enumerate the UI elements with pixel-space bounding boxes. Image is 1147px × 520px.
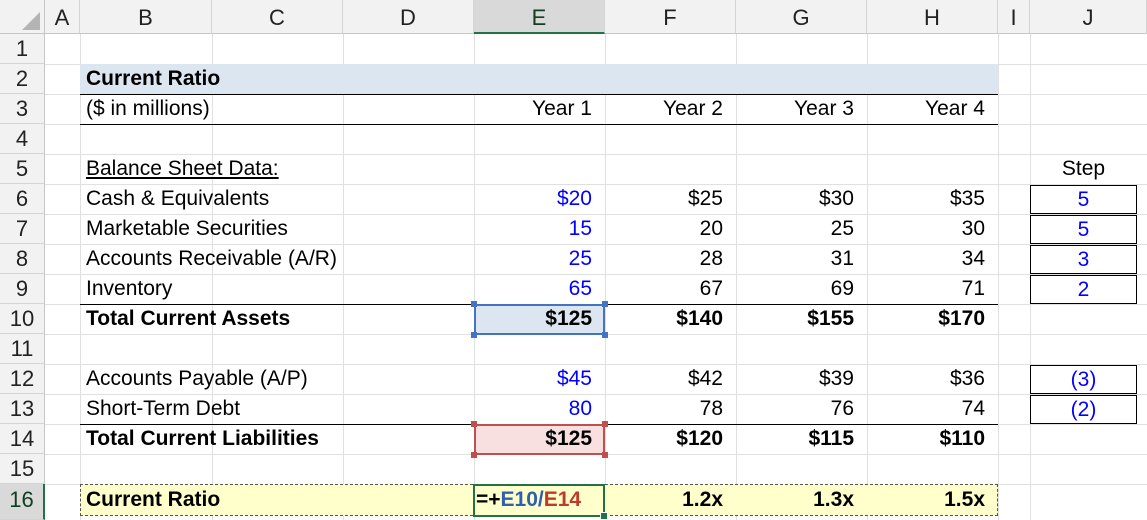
select-all-triangle-icon — [22, 12, 40, 30]
year-header-f[interactable]: Year 2 — [605, 94, 723, 124]
cell-f10[interactable]: $140 — [605, 304, 723, 334]
units-label[interactable]: ($ in millions) — [86, 94, 386, 124]
cell-g10[interactable]: $155 — [736, 304, 854, 334]
cell-g7[interactable]: 25 — [736, 214, 854, 244]
formula-ref-e14: E14 — [543, 488, 582, 511]
cell-f6[interactable]: $25 — [605, 184, 723, 214]
row-header-9[interactable]: 9 — [0, 274, 45, 304]
formula-prefix: =+ — [476, 488, 501, 511]
cell-h10[interactable]: $170 — [867, 304, 985, 334]
year-header-e[interactable]: Year 1 — [474, 94, 592, 124]
cell-e8[interactable]: 25 — [474, 244, 592, 274]
step-cell-j13[interactable]: (2) — [1030, 395, 1137, 424]
row-header-2[interactable]: 2 — [0, 64, 45, 94]
row-header-8[interactable]: 8 — [0, 244, 45, 274]
cell-h14[interactable]: $110 — [867, 424, 985, 454]
cell-h7[interactable]: 30 — [867, 214, 985, 244]
row-header-1[interactable]: 1 — [0, 34, 45, 64]
row-label-total-assets[interactable]: Total Current Assets — [86, 304, 466, 334]
column-header-b[interactable]: B — [80, 0, 212, 34]
step-cell-j12[interactable]: (3) — [1030, 365, 1137, 394]
column-header-a[interactable]: A — [45, 0, 80, 34]
gridline — [80, 34, 81, 520]
column-header-h[interactable]: H — [867, 0, 998, 34]
cell-f16[interactable]: 1.2x — [605, 485, 723, 515]
cell-h9[interactable]: 71 — [867, 274, 985, 304]
year-header-g[interactable]: Year 3 — [736, 94, 854, 124]
cell-e10[interactable]: $125 — [474, 304, 592, 334]
row-label-short-term-debt[interactable]: Short-Term Debt — [86, 394, 466, 424]
cell-h6[interactable]: $35 — [867, 184, 985, 214]
cell-f14[interactable]: $120 — [605, 424, 723, 454]
cell-f7[interactable]: 20 — [605, 214, 723, 244]
row-header-15[interactable]: 15 — [0, 454, 45, 484]
row-label-receivables[interactable]: Accounts Receivable (A/R) — [86, 244, 466, 274]
row-header-12[interactable]: 12 — [0, 364, 45, 394]
header-underline — [80, 124, 998, 125]
cell-h16[interactable]: 1.5x — [867, 485, 985, 515]
row-label-current-ratio[interactable]: Current Ratio — [86, 485, 466, 515]
row-label-securities[interactable]: Marketable Securities — [86, 214, 466, 244]
column-header-i[interactable]: I — [998, 0, 1030, 34]
cell-f12[interactable]: $42 — [605, 364, 723, 394]
cell-g8[interactable]: 31 — [736, 244, 854, 274]
cell-f8[interactable]: 28 — [605, 244, 723, 274]
cell-e6[interactable]: $20 — [474, 184, 592, 214]
column-header-d[interactable]: D — [343, 0, 474, 34]
formula-ref-e10: E10 — [500, 488, 538, 511]
section-label[interactable]: Balance Sheet Data: — [86, 154, 386, 184]
cell-g13[interactable]: 76 — [736, 394, 854, 424]
row-header-10[interactable]: 10 — [0, 304, 45, 334]
cell-e13[interactable]: 80 — [474, 394, 592, 424]
cell-h12[interactable]: $36 — [867, 364, 985, 394]
row-header-14[interactable]: 14 — [0, 424, 45, 454]
cell-f9[interactable]: 67 — [605, 274, 723, 304]
cell-e7[interactable]: 15 — [474, 214, 592, 244]
column-header-c[interactable]: C — [212, 0, 343, 34]
step-cell-j9[interactable]: 2 — [1030, 275, 1137, 304]
cell-f13[interactable]: 78 — [605, 394, 723, 424]
formula-cell-e16[interactable]: =+E10/E14 — [476, 485, 602, 515]
row-header-16[interactable]: 16 — [0, 484, 45, 520]
cell-e9[interactable]: 65 — [474, 274, 592, 304]
year-header-h[interactable]: Year 4 — [867, 94, 985, 124]
step-cell-j6[interactable]: 5 — [1030, 185, 1137, 214]
step-header[interactable]: Step — [1030, 154, 1137, 184]
cell-h8[interactable]: 34 — [867, 244, 985, 274]
cell-g6[interactable]: $30 — [736, 184, 854, 214]
row-header-3[interactable]: 3 — [0, 94, 45, 124]
sheet-title[interactable]: Current Ratio — [86, 64, 486, 94]
cell-e12[interactable]: $45 — [474, 364, 592, 394]
row-label-cash[interactable]: Cash & Equivalents — [86, 184, 466, 214]
gridline — [998, 34, 999, 520]
step-cell-j8[interactable]: 3 — [1030, 245, 1137, 274]
cell-e14[interactable]: $125 — [474, 424, 592, 454]
column-header-e[interactable]: E — [474, 0, 605, 34]
column-header-f[interactable]: F — [605, 0, 736, 34]
row-label-payables[interactable]: Accounts Payable (A/P) — [86, 364, 466, 394]
row-header-7[interactable]: 7 — [0, 214, 45, 244]
cell-h13[interactable]: 74 — [867, 394, 985, 424]
row-header-5[interactable]: 5 — [0, 154, 45, 184]
row-header-13[interactable]: 13 — [0, 394, 45, 424]
row-header-11[interactable]: 11 — [0, 334, 45, 364]
column-header-g[interactable]: G — [736, 0, 867, 34]
row-label-inventory[interactable]: Inventory — [86, 274, 466, 304]
row-label-total-liabilities[interactable]: Total Current Liabilities — [86, 424, 466, 454]
cell-g12[interactable]: $39 — [736, 364, 854, 394]
step-cell-j7[interactable]: 5 — [1030, 215, 1137, 244]
row-header-6[interactable]: 6 — [0, 184, 45, 214]
column-header-j[interactable]: J — [1030, 0, 1147, 34]
cell-g16[interactable]: 1.3x — [736, 485, 854, 515]
cell-g14[interactable]: $115 — [736, 424, 854, 454]
select-all-corner[interactable] — [0, 0, 45, 34]
cell-g9[interactable]: 69 — [736, 274, 854, 304]
row-header-4[interactable]: 4 — [0, 124, 45, 154]
